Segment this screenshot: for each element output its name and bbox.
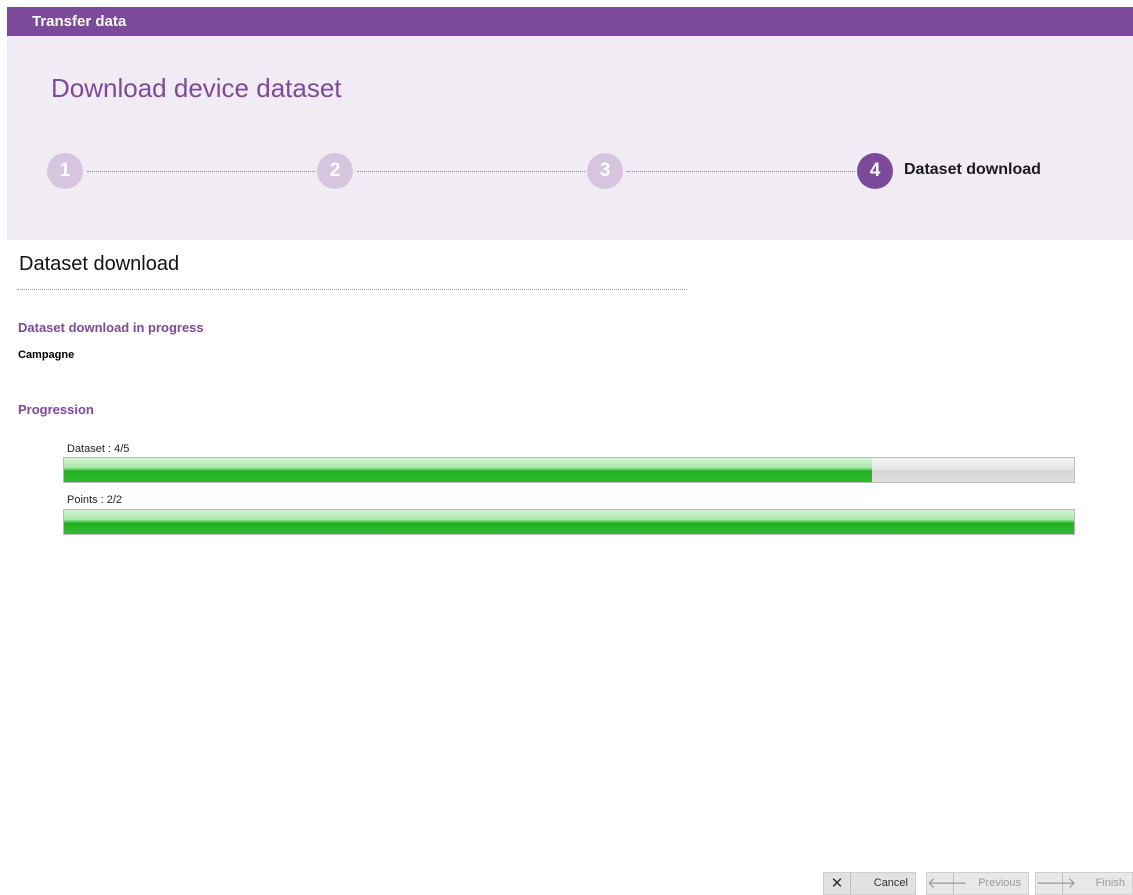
cancel-button[interactable]: ✕ Cancel xyxy=(823,872,916,895)
page-title: Download device dataset xyxy=(51,73,342,103)
window-title-bar: Transfer data xyxy=(7,7,1133,36)
dataset-progress-fill xyxy=(64,458,872,482)
section-divider xyxy=(17,289,687,290)
status-heading: Dataset download in progress xyxy=(18,320,204,335)
step-connector-3-4 xyxy=(627,171,855,172)
campaign-name: Campagne xyxy=(18,349,75,361)
finish-button[interactable]: 🡒 Finish xyxy=(1035,872,1133,895)
section-title: Dataset download xyxy=(19,253,180,275)
step-1-indicator: 1 xyxy=(47,153,83,189)
step-4-indicator: 4 xyxy=(857,153,893,189)
previous-button-label: Previous xyxy=(978,877,1021,889)
step-4-label: Dataset download xyxy=(904,161,1041,178)
step-2-indicator: 2 xyxy=(317,153,353,189)
cancel-button-label: Cancel xyxy=(873,877,908,889)
points-progress-bar xyxy=(63,509,1075,535)
dataset-progress-bar xyxy=(63,457,1075,483)
finish-button-label: Finish xyxy=(1095,877,1125,889)
progression-heading: Progression xyxy=(18,402,94,417)
arrow-right-icon: 🡒 xyxy=(1036,873,1077,894)
points-progress-fill xyxy=(64,510,1074,534)
wizard-header: Download device dataset 1 2 3 4 Dataset … xyxy=(7,36,1133,240)
previous-button[interactable]: 🡐 Previous xyxy=(926,872,1029,895)
points-progress-label: Points : 2/2 xyxy=(67,494,123,506)
arrow-left-icon: 🡐 xyxy=(927,873,968,894)
dataset-progress-label: Dataset : 4/5 xyxy=(67,443,130,455)
step-connector-1-2 xyxy=(87,171,315,172)
window-title: Transfer data xyxy=(32,13,127,30)
step-3-indicator: 3 xyxy=(587,153,623,189)
step-connector-2-3 xyxy=(357,171,585,172)
close-icon: ✕ xyxy=(824,873,851,894)
